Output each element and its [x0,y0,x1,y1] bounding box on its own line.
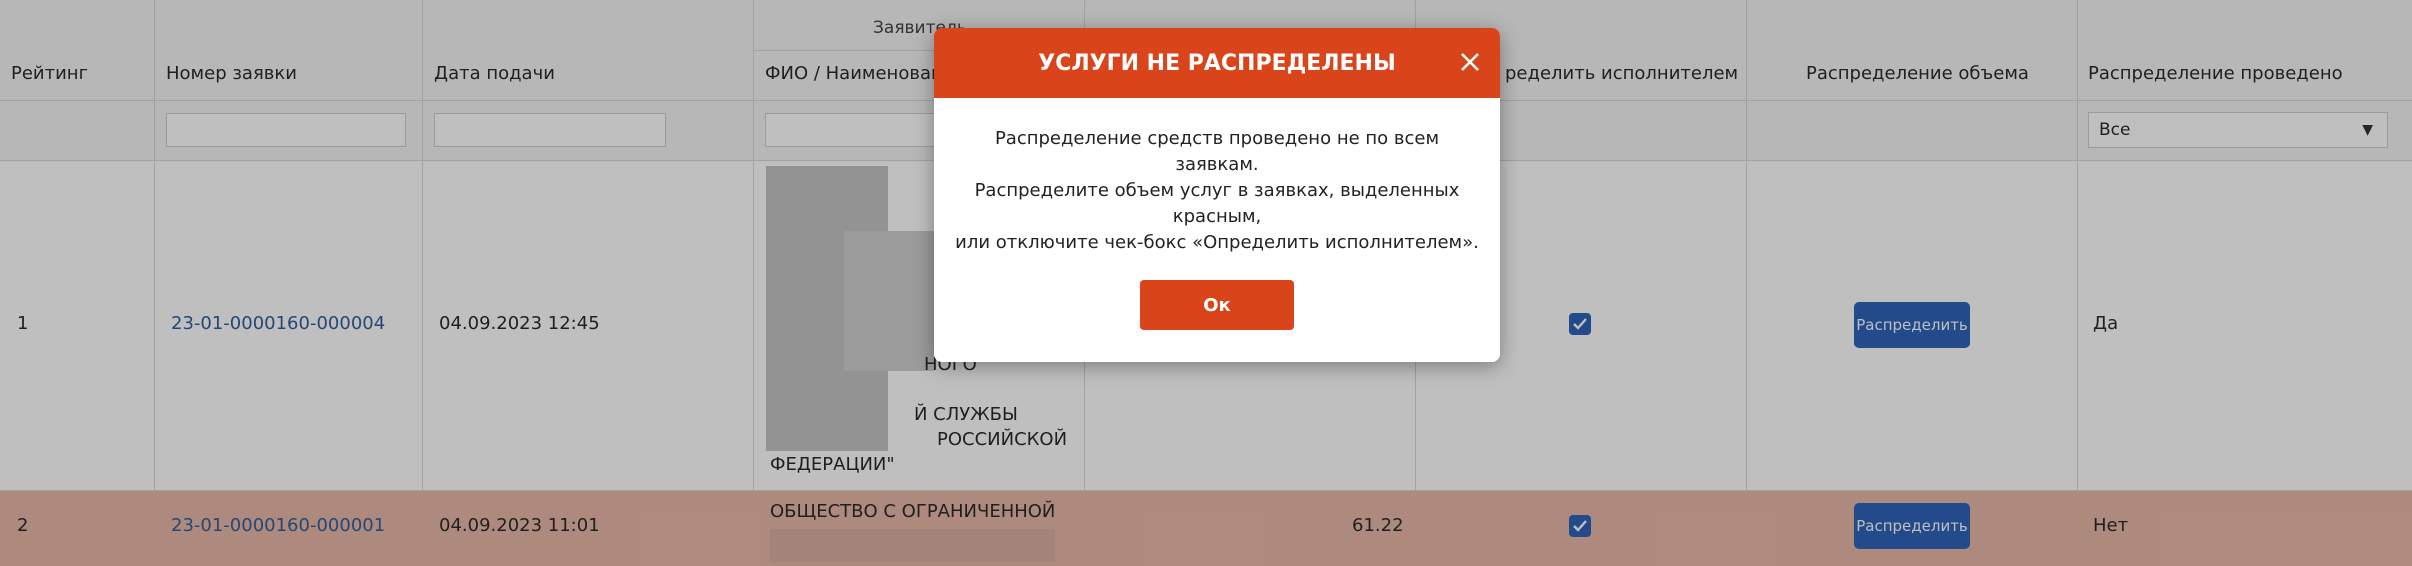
alert-dialog: УСЛУГИ НЕ РАСПРЕДЕЛЕНЫ Распределение сре… [934,28,1500,362]
dialog-message-line: или отключите чек-бокс «Определить испол… [955,232,1479,253]
dialog-title: УСЛУГИ НЕ РАСПРЕДЕЛЕНЫ [1038,50,1396,76]
dialog-message-line: Распределение средств проведено не по вс… [994,128,1440,149]
ok-button[interactable]: Ок [1140,280,1294,330]
dialog-message-line: заявкам. [1175,154,1259,175]
dialog-message-line: Распределите объем услуг в заявках, выде… [974,180,1460,201]
dialog-message-line: красным, [1172,206,1262,227]
dialog-message: Распределение средств проведено не по вс… [934,98,1500,256]
close-icon[interactable] [1454,46,1486,78]
dialog-header: УСЛУГИ НЕ РАСПРЕДЕЛЕНЫ [934,28,1500,98]
